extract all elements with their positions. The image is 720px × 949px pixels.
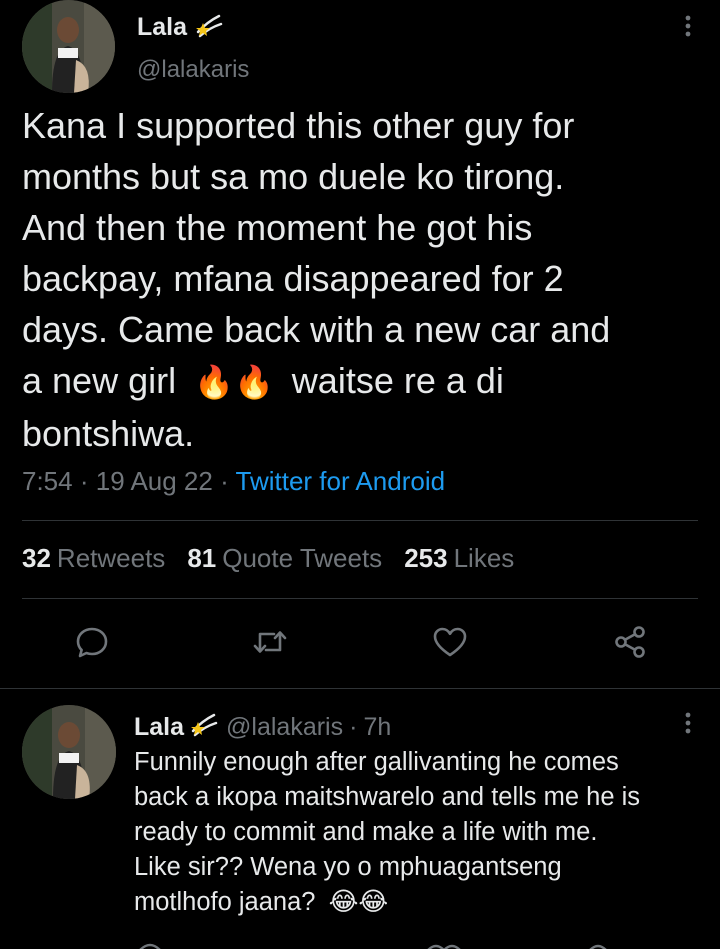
tweet-line: And then the moment he got his (22, 207, 533, 248)
section-separator (0, 688, 720, 689)
reply-line: Funnily enough after gallivanting he com… (134, 748, 619, 776)
more-vertical-icon[interactable] (684, 711, 692, 740)
tweet-line: backpay, mfana disappeared for 2 (22, 258, 564, 299)
heart-icon (433, 627, 467, 657)
quote-tweets-count: 81 (187, 543, 217, 573)
quote-tweets-stat[interactable]: 81 Quote Tweets (187, 543, 382, 574)
reply-actions-partial (0, 937, 720, 949)
handle[interactable]: @lalakaris (226, 713, 343, 742)
retweet-icon (253, 631, 287, 653)
retweets-count: 32 (22, 543, 51, 573)
tweet-text-segment: a new girl (22, 360, 177, 401)
reply-text-segment: motlhofo jaana? (134, 888, 316, 916)
reply-line: Like sir?? Wena yo o mphuagantseng (134, 853, 562, 881)
divider (22, 520, 698, 521)
retweets-label: Retweets (56, 543, 166, 573)
tweet-line-with-emoji: a new girl 🔥🔥 waitse re a di (22, 355, 702, 408)
reply-header: Lala @lalakaris · 7h (134, 711, 391, 744)
fire-emoji-icon: 🔥🔥 (194, 364, 274, 400)
tweet-time[interactable]: 7:54 (22, 466, 73, 496)
tweet-date[interactable]: 19 Aug 22 (96, 466, 213, 496)
tweet-actions (0, 620, 720, 664)
retweets-stat[interactable]: 32 Retweets (22, 543, 165, 574)
reply-text: Funnily enough after gallivanting he com… (134, 745, 704, 920)
avatar-photo (22, 0, 115, 93)
share-button[interactable] (608, 620, 652, 664)
tweet-source-link[interactable]: Twitter for Android (236, 466, 446, 496)
reply-line: back a ikopa maitshwarelo and tells me h… (134, 783, 641, 811)
quote-tweets-label: Quote Tweets (222, 543, 383, 573)
meta-separator: · (220, 466, 236, 496)
reply-line-with-emoji: motlhofo jaana? 😂😂 (134, 885, 704, 920)
likes-stat[interactable]: 253 Likes (404, 543, 514, 574)
reply-action-icons-cropped (139, 943, 607, 949)
tweet-line: bontshiwa. (22, 413, 195, 454)
avatar-photo (22, 705, 116, 799)
laughing-emoji-icon: 😂😂 (328, 888, 389, 916)
meta-separator: · (79, 466, 96, 496)
tweet-stats: 32 Retweets 81 Quote Tweets 253 Likes (22, 543, 514, 574)
handle[interactable]: @lalakaris (137, 56, 249, 84)
author-row: Lala (137, 12, 225, 43)
more-vertical-icon[interactable] (684, 14, 692, 43)
reply-bubble-icon (76, 627, 108, 658)
meta-separator: · (349, 713, 358, 741)
tweet-line: Kana I supported this other guy for (22, 105, 575, 146)
reply-button[interactable] (70, 620, 114, 664)
share-icon (615, 626, 645, 658)
like-button[interactable] (428, 620, 472, 664)
reply-age[interactable]: 7h (363, 713, 391, 742)
tweet-line: days. Came back with a new car and (22, 309, 611, 350)
reply-line: ready to commit and make a life with me. (134, 818, 598, 846)
avatar[interactable] (22, 0, 115, 93)
tweet-line: months but sa mo duele ko tirong. (22, 156, 565, 197)
likes-label: Likes (453, 543, 515, 573)
likes-count: 253 (404, 543, 448, 573)
display-name[interactable]: Lala (134, 713, 184, 742)
tweet-text-segment: waitse re a di (291, 360, 504, 401)
tweet-text: Kana I supported this other guy for mont… (22, 100, 702, 459)
display-name[interactable]: Lala (137, 13, 187, 42)
divider (22, 598, 698, 599)
avatar[interactable] (22, 705, 116, 799)
shooting-star-emoji-icon (190, 711, 220, 744)
tweet-meta: 7:54 · 19 Aug 22 · Twitter for Android (22, 466, 445, 497)
shooting-star-emoji-icon (195, 12, 225, 43)
retweet-button[interactable] (248, 620, 292, 664)
